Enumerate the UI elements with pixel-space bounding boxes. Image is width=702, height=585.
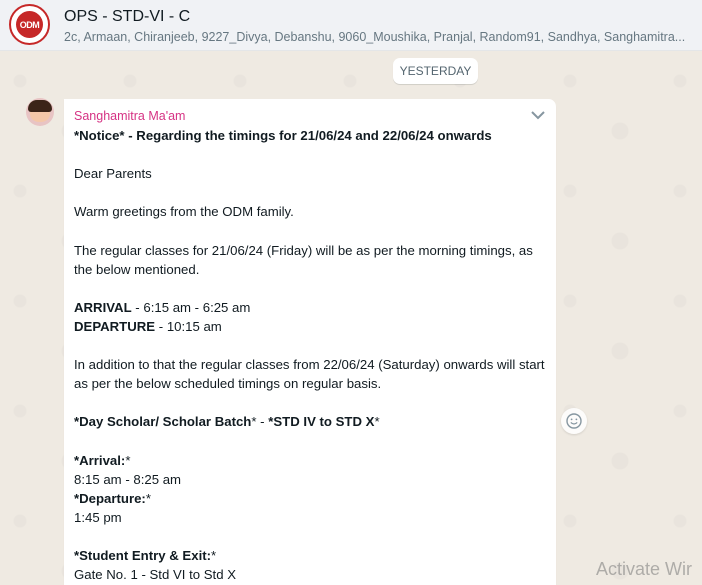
sender-name[interactable]: Sanghamitra Ma'am xyxy=(74,107,546,126)
gate-line: Gate No. 1 - Std VI to Std X xyxy=(74,567,236,583)
odm-logo: ODM xyxy=(16,11,43,38)
message-text: *Notice* - Regarding the timings for 21/… xyxy=(74,126,546,584)
activate-windows-watermark: Activate Wir xyxy=(596,559,693,579)
arrival-time: 8:15 am - 8:25 am xyxy=(74,471,182,487)
chat-area: YESTERDAY Sanghamitra Ma'am *Notice* - R… xyxy=(0,51,702,585)
arrival-line: ARRIVAL - 6:15 am - 6:25 am xyxy=(74,299,251,315)
batch-line: *Day Scholar/ Scholar Batch* - *STD IV t… xyxy=(74,414,380,430)
emoji-reaction-button[interactable] xyxy=(561,408,587,434)
chevron-down-icon[interactable] xyxy=(528,105,548,125)
group-avatar[interactable]: ODM xyxy=(9,4,50,45)
salutation: Dear Parents xyxy=(74,166,152,182)
departure-heading: *Departure:* xyxy=(74,490,151,506)
message-bubble[interactable]: Sanghamitra Ma'am *Notice* - Regarding t… xyxy=(64,99,556,585)
entry-exit-heading: *Student Entry & Exit:* xyxy=(74,548,217,564)
sender-avatar[interactable] xyxy=(26,98,54,126)
notice-line: *Notice* - Regarding the timings for 21/… xyxy=(74,128,492,143)
group-title: OPS - STD-VI - C xyxy=(64,8,191,25)
departure-time: 1:45 pm xyxy=(74,509,122,525)
greeting: Warm greetings from the ODM family. xyxy=(74,204,294,220)
chat-header[interactable]: ODM OPS - STD-VI - C 2c, Armaan, Chiranj… xyxy=(0,0,702,51)
schedule-text: In addition to that the regular classes … xyxy=(74,357,545,392)
arrival-heading: *Arrival:* xyxy=(74,452,131,468)
avatar-hair xyxy=(28,100,52,112)
emoji-icon xyxy=(566,413,582,429)
departure-line: DEPARTURE - 10:15 am xyxy=(74,318,222,334)
regular-classes-text: The regular classes for 21/06/24 (Friday… xyxy=(74,242,533,277)
date-chip: YESTERDAY xyxy=(393,58,478,84)
group-members: 2c, Armaan, Chiranjeeb, 9227_Divya, Deba… xyxy=(64,30,686,44)
